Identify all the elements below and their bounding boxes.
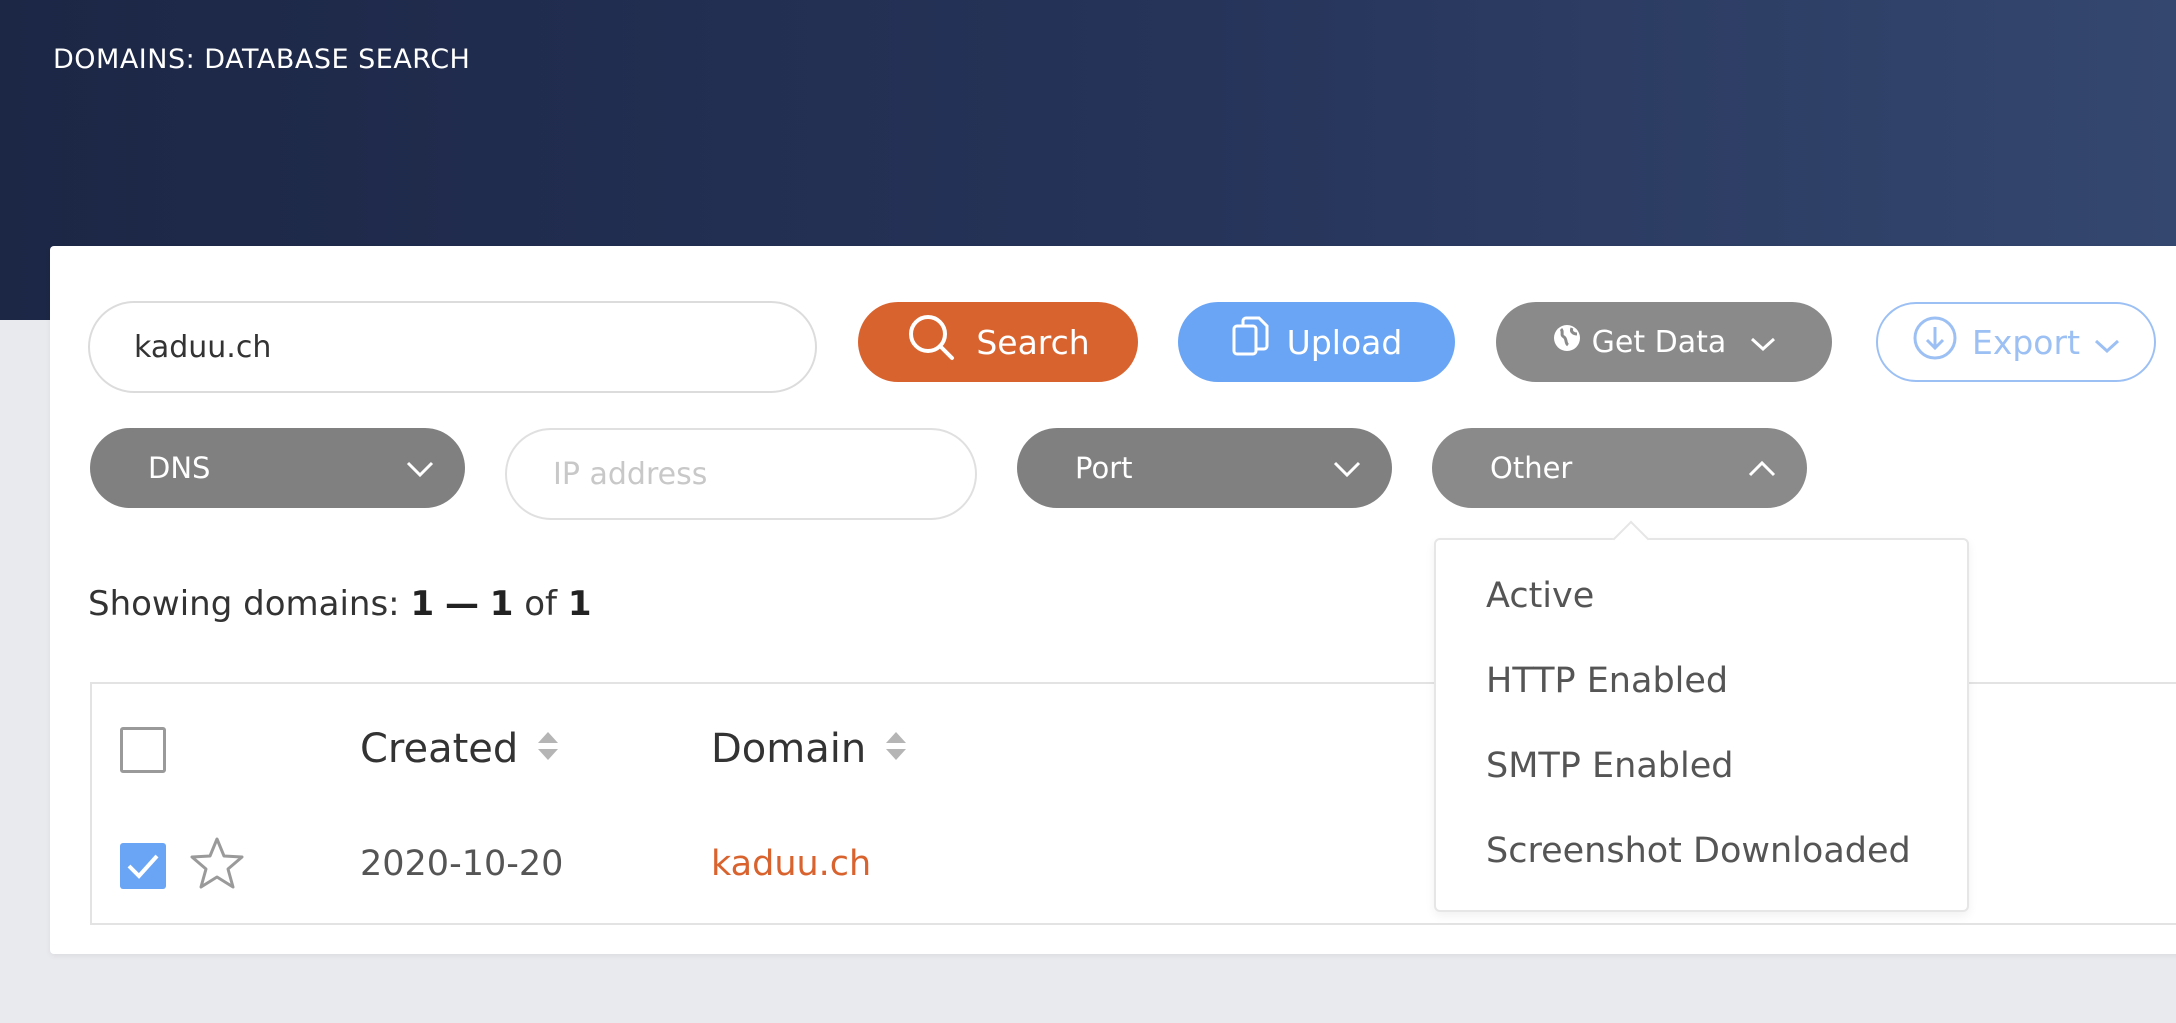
sort-icon[interactable] — [884, 726, 908, 772]
port-select-label: Port — [1075, 451, 1133, 485]
star-icon[interactable] — [189, 836, 245, 894]
port-select[interactable]: Port — [1017, 428, 1392, 508]
results-to: 1 — [489, 584, 514, 624]
get-data-button[interactable]: Get Data — [1496, 302, 1832, 382]
copy-icon — [1231, 316, 1271, 368]
dns-select-label: DNS — [148, 451, 211, 485]
other-dropdown-menu: Active HTTP Enabled SMTP Enabled Screens… — [1434, 520, 1969, 912]
results-of: of — [524, 584, 558, 624]
dns-select[interactable]: DNS — [90, 428, 465, 508]
globe-icon — [1552, 323, 1582, 361]
column-header-created[interactable]: Created — [360, 726, 560, 772]
search-input[interactable] — [134, 329, 771, 365]
page-title: DOMAINS: DATABASE SEARCH — [53, 44, 471, 75]
results-prefix: Showing domains: — [88, 584, 400, 624]
export-label: Export — [1971, 322, 2081, 362]
results-from: 1 — [410, 584, 435, 624]
other-select-label: Other — [1490, 451, 1573, 485]
sort-icon[interactable] — [536, 726, 560, 772]
results-dash: — — [444, 584, 479, 624]
chevron-up-icon — [1747, 451, 1777, 485]
search-button[interactable]: Search — [858, 302, 1138, 382]
search-icon — [906, 312, 958, 372]
menu-item-http-enabled[interactable]: HTTP Enabled — [1486, 661, 1728, 701]
export-button[interactable]: Export — [1876, 302, 2156, 382]
results-summary: Showing domains: 1 — 1 of 1 — [88, 584, 592, 624]
upload-button-label: Upload — [1286, 322, 1403, 362]
menu-item-smtp-enabled[interactable]: SMTP Enabled — [1486, 746, 1733, 786]
ip-address-field[interactable] — [505, 428, 977, 520]
select-all-checkbox[interactable] — [120, 727, 166, 773]
search-field[interactable] — [88, 301, 817, 393]
download-icon — [1912, 315, 1958, 369]
ip-address-input[interactable] — [553, 456, 929, 492]
get-data-label: Get Data — [1591, 324, 1727, 360]
search-button-label: Search — [976, 322, 1090, 362]
check-icon — [127, 854, 159, 879]
other-select[interactable]: Other — [1432, 428, 1807, 508]
menu-item-active[interactable]: Active — [1486, 576, 1594, 616]
domain-link[interactable]: kaduu.ch — [711, 844, 871, 884]
chevron-down-icon — [2094, 323, 2120, 362]
column-label-created: Created — [360, 726, 519, 772]
results-total: 1 — [567, 584, 592, 624]
chevron-down-icon — [405, 451, 435, 485]
cell-created: 2020-10-20 — [360, 844, 564, 884]
chevron-down-icon — [1332, 451, 1362, 485]
column-header-domain[interactable]: Domain — [711, 726, 908, 772]
upload-button[interactable]: Upload — [1178, 302, 1455, 382]
column-label-domain: Domain — [711, 726, 867, 772]
chevron-down-icon — [1750, 325, 1776, 360]
row-checkbox[interactable] — [120, 843, 166, 889]
menu-item-screenshot-downloaded[interactable]: Screenshot Downloaded — [1486, 831, 1911, 871]
